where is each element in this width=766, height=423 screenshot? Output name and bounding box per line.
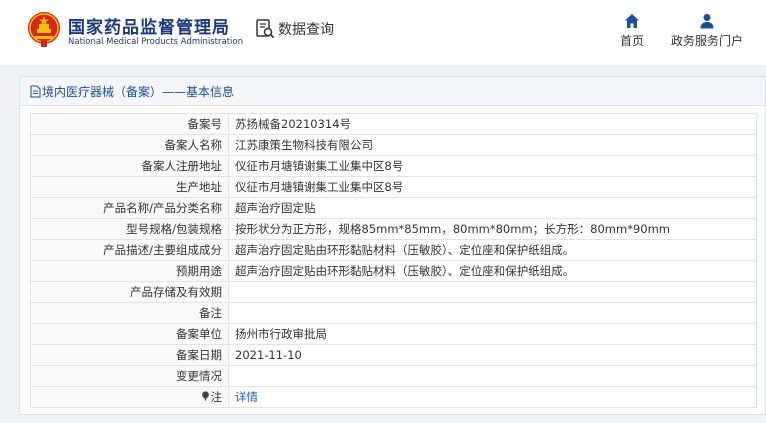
row-value — [228, 302, 757, 324]
row-value: 仪征市月塘镇谢集工业集中区8号 — [228, 176, 757, 198]
table-row: 产品存储及有效期 — [30, 281, 757, 303]
row-label: 备案人注册地址 — [30, 155, 229, 177]
row-value: 仪征市月塘镇谢集工业集中区8号 — [228, 155, 757, 177]
row-label: 预期用途 — [30, 260, 229, 282]
row-value: 苏扬械备20210314号 — [228, 113, 757, 135]
user-icon — [700, 14, 714, 29]
row-label: 备注 — [30, 302, 229, 324]
document-icon — [30, 85, 41, 97]
nav-home[interactable]: 首页 — [617, 13, 647, 49]
table-row: 预期用途 超声治疗固定贴由环形黏贴材料（压敏胶）、定位座和保护纸组成。 — [30, 260, 757, 282]
row-value: 超声治疗固定贴 — [228, 197, 757, 219]
row-value — [228, 365, 757, 387]
table-row: 型号规格/包装规格 按形状分为正方形，规格85mm*85mm，80mm*80mm… — [30, 218, 757, 240]
row-value — [228, 281, 757, 303]
details-link[interactable]: 详情 — [235, 390, 258, 404]
row-label-note: 注 — [30, 386, 229, 408]
row-label: 生产地址 — [30, 176, 229, 198]
site-header: 国家药品监督管理局 National Medical Products Admi… — [0, 0, 766, 67]
note-label: 注 — [210, 390, 223, 404]
info-table-wrap: 备案号 苏扬械备20210314号 备案人名称 江苏康策生物科技有限公司 备案人… — [30, 113, 757, 408]
nav-gov-label: 政务服务门户 — [670, 34, 743, 48]
row-label: 备案日期 — [30, 344, 229, 366]
row-value: 超声治疗固定贴由环形黏贴材料（压敏胶）、定位座和保护纸组成。 — [228, 239, 757, 261]
table-row: 备案日期 2021-11-10 — [30, 344, 757, 366]
row-label: 备案单位 — [30, 323, 229, 345]
table-row: 生产地址 仪征市月塘镇谢集工业集中区8号 — [30, 176, 757, 198]
row-label: 备案号 — [30, 113, 229, 135]
row-value: 扬州市行政审批局 — [228, 323, 757, 345]
row-value: 超声治疗固定贴由环形黏贴材料（压敏胶）、定位座和保护纸组成。 — [228, 260, 757, 282]
info-table: 备案号 苏扬械备20210314号 备案人名称 江苏康策生物科技有限公司 备案人… — [30, 113, 757, 408]
nav-gov-portal[interactable]: 政务服务门户 — [668, 13, 746, 49]
data-query-link[interactable]: 数据查询 — [255, 17, 334, 41]
row-label: 备案人名称 — [30, 134, 229, 156]
row-label: 产品名称/产品分类名称 — [30, 197, 229, 219]
brand-subtitle: National Medical Products Administration — [68, 37, 243, 47]
table-row: 变更情况 — [30, 365, 757, 387]
national-emblem-icon — [28, 12, 60, 47]
table-row: 产品描述/主要组成成分 超声治疗固定贴由环形黏贴材料（压敏胶）、定位座和保护纸组… — [30, 239, 757, 261]
nav-home-label: 首页 — [619, 34, 644, 48]
brand-title: 国家药品监督管理局 — [68, 18, 230, 38]
home-icon — [625, 14, 639, 28]
row-value: 2021-11-10 — [228, 344, 757, 366]
document-search-icon — [256, 19, 275, 39]
row-label: 变更情况 — [30, 365, 229, 387]
row-label: 型号规格/包装规格 — [30, 218, 229, 240]
row-value: 按形状分为正方形，规格85mm*85mm，80mm*80mm；长方形：80mm*… — [228, 218, 757, 240]
pin-icon — [201, 391, 209, 402]
row-label: 产品存储及有效期 — [30, 281, 229, 303]
data-query-label: 数据查询 — [278, 22, 334, 38]
table-row: 备案人注册地址 仪征市月塘镇谢集工业集中区8号 — [30, 155, 757, 177]
table-row: 备案人名称 江苏康策生物科技有限公司 — [30, 134, 757, 156]
table-row: 备案单位 扬州市行政审批局 — [30, 323, 757, 345]
row-value: 江苏康策生物科技有限公司 — [228, 134, 757, 156]
table-row: 注 详情 — [30, 386, 757, 408]
detail-panel: 境内医疗器械（备案）——基本信息 备案号 苏扬械备20210314号 备案人名称… — [19, 76, 766, 415]
row-value: 详情 — [228, 386, 757, 408]
table-row: 产品名称/产品分类名称 超声治疗固定贴 — [30, 197, 757, 219]
table-row: 备案号 苏扬械备20210314号 — [30, 113, 757, 135]
row-label: 产品描述/主要组成成分 — [30, 239, 229, 261]
table-row: 备注 — [30, 302, 757, 324]
page-title: 境内医疗器械（备案）——基本信息 — [42, 84, 235, 99]
breadcrumb: 境内医疗器械（备案）——基本信息 — [20, 77, 765, 106]
